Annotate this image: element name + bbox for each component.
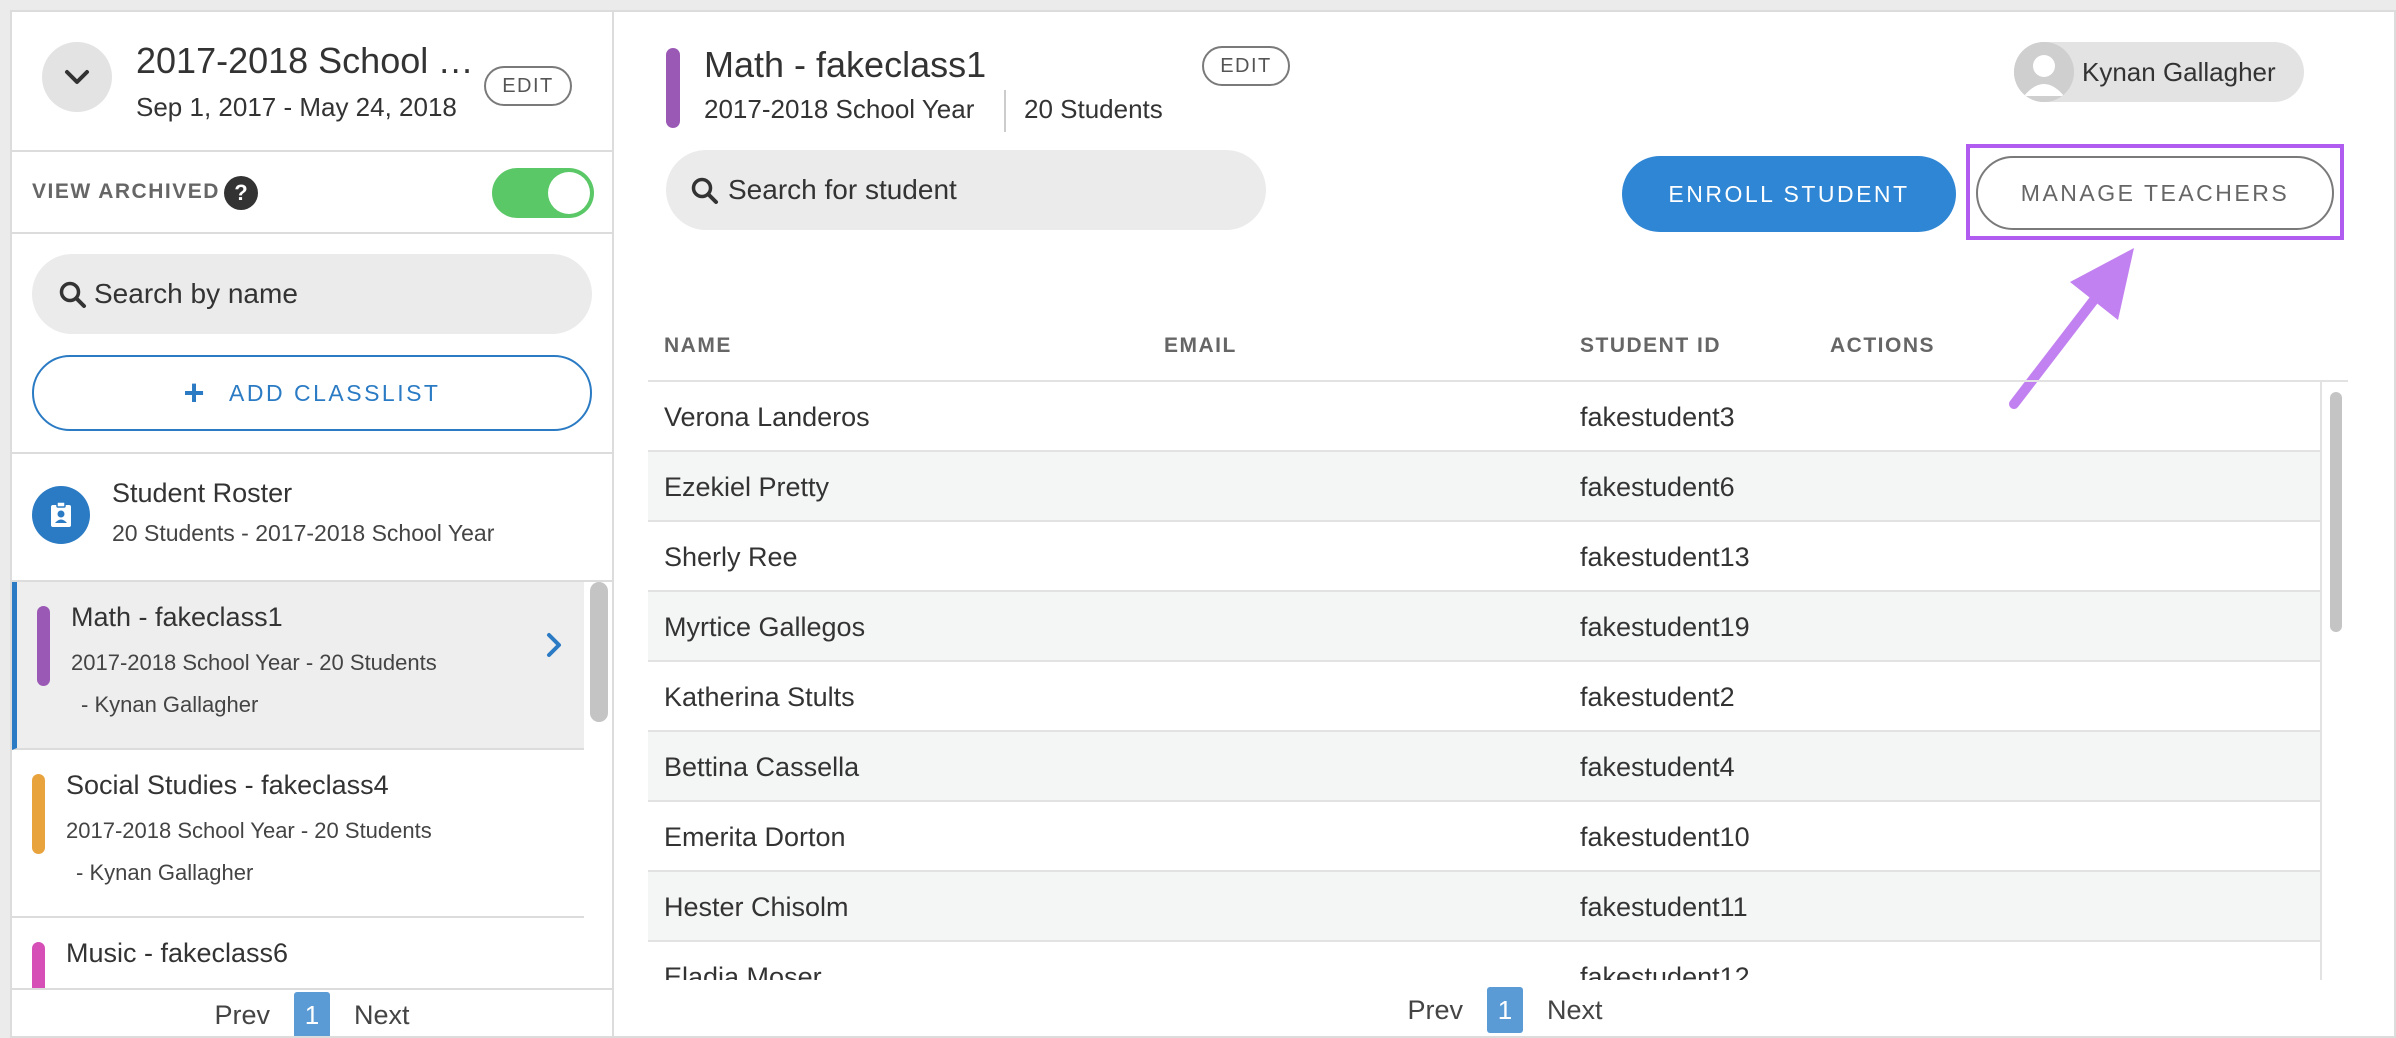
student-id: fakestudent19 <box>1580 612 1750 642</box>
view-archived-row: VIEW ARCHIVED ? <box>12 152 612 234</box>
student-name: Ezekiel Pretty <box>664 472 830 502</box>
student-table-header: NAME EMAIL STUDENT ID ACTIONS <box>648 316 2348 382</box>
add-classlist-label: ADD CLASSLIST <box>229 379 441 406</box>
school-year-dates: Sep 1, 2017 - May 24, 2018 <box>136 92 457 122</box>
class-teacher: - Kynan Gallagher <box>76 860 254 885</box>
page-number[interactable]: 1 <box>294 992 330 1036</box>
id-badge-icon <box>51 502 71 527</box>
divider <box>1004 90 1006 132</box>
table-row[interactable]: Emerita Dorton fakestudent10 <box>648 802 2320 872</box>
chevron-down-icon <box>65 70 89 84</box>
classlist-search-input[interactable] <box>94 272 564 316</box>
class-subtitle: 2017-2018 School Year - 20 Students <box>66 818 432 843</box>
app-window: 2017-2018 School Y... Sep 1, 2017 - May … <box>10 10 2396 1038</box>
scrollbar-thumb[interactable] <box>2330 392 2342 632</box>
user-name: Kynan Gallagher <box>2082 57 2276 87</box>
class-item-social-studies[interactable]: Social Studies - fakeclass4 2017-2018 Sc… <box>12 750 584 918</box>
student-table: Verona Landeros fakestudent3 Ezekiel Pre… <box>648 382 2348 980</box>
table-row[interactable]: Bettina Cassella fakestudent4 <box>648 732 2320 802</box>
manage-teachers-button[interactable]: MANAGE TEACHERS <box>1976 156 2334 230</box>
enroll-student-button[interactable]: ENROLL STUDENT <box>1622 156 1956 232</box>
student-id: fakestudent3 <box>1580 402 1735 432</box>
next-page-link[interactable]: Next <box>1547 995 1603 1026</box>
prev-page-link[interactable]: Prev <box>214 1000 270 1031</box>
column-header-student-id[interactable]: STUDENT ID <box>1580 334 1721 358</box>
collapse-year-button[interactable] <box>42 42 112 112</box>
class-list: Math - fakeclass1 2017-2018 School Year … <box>12 580 612 988</box>
user-avatar-icon <box>2014 42 2074 102</box>
column-header-actions: ACTIONS <box>1830 334 1935 357</box>
student-id: fakestudent4 <box>1580 752 1735 782</box>
add-classlist-button[interactable]: + ADD CLASSLIST <box>32 355 592 431</box>
student-id: fakestudent2 <box>1580 682 1735 712</box>
user-menu[interactable]: Kynan Gallagher <box>2014 42 2304 102</box>
class-color-marker <box>37 606 50 686</box>
class-title: Math - fakeclass1 <box>704 44 987 85</box>
column-header-name[interactable]: NAME <box>664 334 732 358</box>
chevron-right-icon <box>547 633 561 657</box>
table-row[interactable]: Myrtice Gallegos fakestudent19 <box>648 592 2320 662</box>
table-row[interactable]: Sherly Ree fakestudent13 <box>648 522 2320 592</box>
edit-year-button[interactable]: EDIT <box>484 66 572 106</box>
class-subtitle: 2017-2018 School Year - 20 Students <box>71 650 437 675</box>
student-name: Bettina Cassella <box>664 752 860 782</box>
student-name: Verona Landeros <box>664 402 870 432</box>
avatar <box>2014 42 2074 102</box>
table-row[interactable]: Katherina Stults fakestudent2 <box>648 662 2320 732</box>
class-school-year: 2017-2018 School Year <box>704 94 975 124</box>
student-search-input[interactable] <box>728 168 1238 212</box>
page-number[interactable]: 1 <box>1487 987 1523 1033</box>
class-title: Social Studies - fakeclass4 <box>66 770 389 800</box>
class-color-marker <box>32 774 45 854</box>
view-archived-toggle[interactable] <box>492 168 594 218</box>
school-year-header: 2017-2018 School Y... Sep 1, 2017 - May … <box>12 12 612 152</box>
view-archived-label: VIEW ARCHIVED <box>32 180 220 203</box>
class-color-marker <box>666 48 680 128</box>
classlist-pagination: Prev 1 Next <box>12 988 612 1036</box>
table-row[interactable]: Hester Chisolm fakestudent11 <box>648 872 2320 942</box>
table-scrollbar[interactable] <box>2320 382 2348 980</box>
student-id: fakestudent12 <box>1580 962 1750 980</box>
student-name: Emerita Dorton <box>664 822 846 852</box>
school-year-title: 2017-2018 School Y... <box>136 40 481 81</box>
search-icon <box>59 281 86 308</box>
class-title: Music - fakeclass6 <box>66 938 289 968</box>
roster-title: Student Roster <box>112 478 293 508</box>
prev-page-link[interactable]: Prev <box>1407 995 1463 1026</box>
student-id: fakestudent10 <box>1580 822 1750 852</box>
student-search <box>666 150 1266 230</box>
student-roster-item[interactable]: Student Roster 20 Students - 2017-2018 S… <box>12 454 612 580</box>
student-name: Hester Chisolm <box>664 892 849 922</box>
student-name: Katherina Stults <box>664 682 855 712</box>
student-id: fakestudent13 <box>1580 542 1750 572</box>
student-pagination: Prev 1 Next <box>614 982 2394 1036</box>
classlist-scrollbar[interactable] <box>590 582 608 722</box>
class-teacher: - Kynan Gallagher <box>81 692 259 717</box>
column-header-email[interactable]: EMAIL <box>1164 334 1237 358</box>
class-item-math[interactable]: Math - fakeclass1 2017-2018 School Year … <box>12 582 584 750</box>
student-name: Myrtice Gallegos <box>664 612 866 642</box>
student-name: Eladia Moser <box>664 962 822 980</box>
table-row[interactable]: Ezekiel Pretty fakestudent6 <box>648 452 2320 522</box>
classlist-sidebar: 2017-2018 School Y... Sep 1, 2017 - May … <box>12 12 614 1036</box>
class-detail-panel: Math - fakeclass1 2017-2018 School Year … <box>614 12 2394 1036</box>
toggle-knob <box>548 172 590 214</box>
classlist-search <box>32 254 592 334</box>
student-name: Sherly Ree <box>664 542 798 572</box>
help-icon[interactable]: ? <box>224 176 258 210</box>
class-item-music[interactable]: Music - fakeclass6 <box>12 918 584 988</box>
class-color-marker <box>32 942 45 988</box>
next-page-link[interactable]: Next <box>354 1000 410 1031</box>
plus-icon: + <box>183 372 208 413</box>
edit-class-button[interactable]: EDIT <box>1202 46 1290 86</box>
search-icon <box>691 177 718 204</box>
roster-subtitle: 20 Students - 2017-2018 School Year <box>112 520 495 546</box>
table-row[interactable]: Verona Landeros fakestudent3 <box>648 382 2320 452</box>
student-id: fakestudent6 <box>1580 472 1735 502</box>
table-row[interactable]: Eladia Moser fakestudent12 <box>648 942 2320 980</box>
student-id: fakestudent11 <box>1580 892 1748 922</box>
class-title: Math - fakeclass1 <box>71 602 283 632</box>
roster-icon <box>32 486 90 544</box>
student-count: 20 Students <box>1024 94 1163 124</box>
